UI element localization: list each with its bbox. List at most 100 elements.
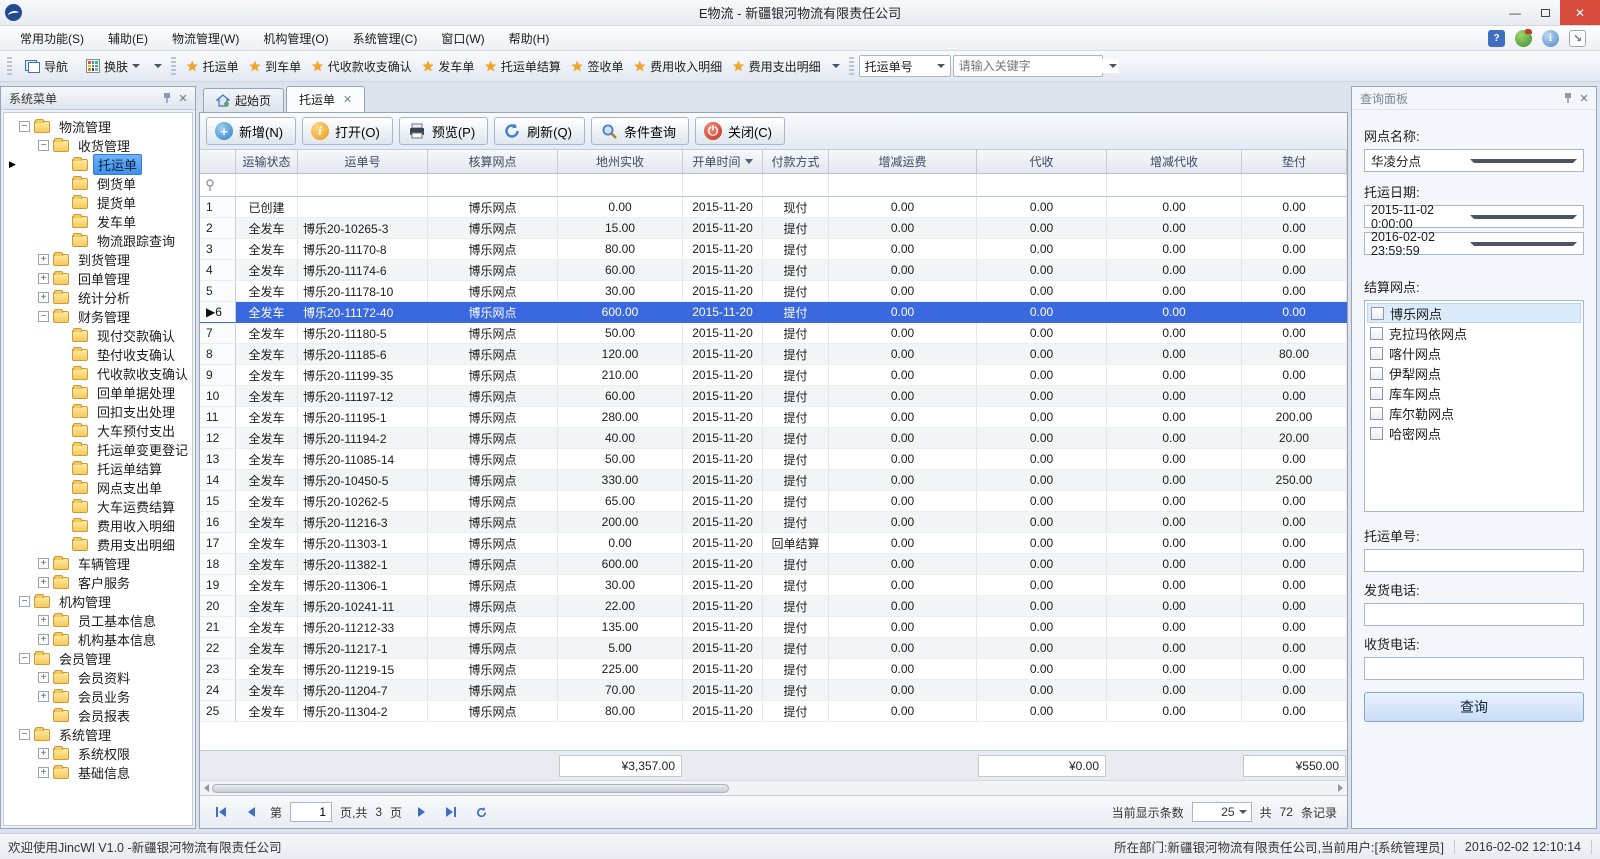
table-row[interactable]: 17全发车博乐20-11303-1博乐网点0.002015-11-20回单结算0… [200, 533, 1347, 554]
close-panel-icon[interactable]: ✕ [175, 90, 191, 106]
favorite-item[interactable]: ★代收款收支确认 [306, 55, 417, 78]
scroll-left-arrow-icon[interactable] [204, 784, 209, 792]
tree-item[interactable]: 网点支出单 [6, 478, 192, 497]
column-header-运单号[interactable]: 运单号 [298, 150, 428, 174]
menu-item-3[interactable]: 机构管理(O) [251, 27, 340, 50]
tree-item[interactable]: +客户服务 [6, 573, 192, 592]
collapse-minus-icon[interactable]: − [19, 653, 30, 664]
tree-item[interactable]: −系统管理 [6, 725, 192, 744]
settle-option[interactable]: 博乐网点 [1367, 303, 1581, 323]
minimize-button[interactable]: — [1500, 0, 1530, 25]
tree-item[interactable]: +回单管理 [6, 269, 192, 288]
tree-item[interactable]: 大车运费结算 [6, 497, 192, 516]
tree-item[interactable]: 发车单 [6, 212, 192, 231]
expand-plus-icon[interactable]: + [38, 558, 49, 569]
table-row[interactable]: 7全发车博乐20-11180-5博乐网点50.002015-11-20提付0.0… [200, 323, 1347, 344]
column-header-核算网点[interactable]: 核算网点 [428, 150, 558, 174]
menu-item-0[interactable]: 常用功能(S) [8, 27, 96, 50]
tree-item[interactable]: +会员业务 [6, 687, 192, 706]
date-from-select[interactable]: 2015-11-02 0:00:00 [1364, 205, 1584, 228]
table-row[interactable]: 25全发车博乐20-11304-2博乐网点80.002015-11-20提付0.… [200, 701, 1347, 722]
tree-item[interactable]: +统计分析 [6, 288, 192, 307]
settle-option[interactable]: 哈密网点 [1367, 423, 1581, 443]
favorites-overflow-button[interactable] [828, 60, 844, 72]
filter-cell[interactable] [428, 174, 558, 197]
column-header-代收[interactable]: 代收 [977, 150, 1107, 174]
settle-option[interactable]: 克拉玛依网点 [1367, 323, 1581, 343]
checkbox-icon[interactable] [1370, 407, 1383, 420]
table-row[interactable]: 12全发车博乐20-11194-2博乐网点40.002015-11-20提付0.… [200, 428, 1347, 449]
toolbar-grip[interactable] [171, 57, 176, 75]
tree-item[interactable]: 回扣支出处理 [6, 402, 192, 421]
restore-button[interactable] [1530, 0, 1560, 25]
table-row[interactable]: 19全发车博乐20-11306-1博乐网点30.002015-11-20提付0.… [200, 575, 1347, 596]
favorite-item[interactable]: ★托运单 [181, 55, 244, 78]
tree-item[interactable]: +系统权限 [6, 744, 192, 763]
tab-起始页[interactable]: 起始页 [203, 88, 284, 112]
settle-option[interactable]: 库尔勒网点 [1367, 403, 1581, 423]
settle-option[interactable]: 伊犁网点 [1367, 363, 1581, 383]
column-header-地州实收[interactable]: 地州实收 [558, 150, 683, 174]
filter-cell[interactable] [236, 174, 298, 197]
column-header-开单时间[interactable]: 开单时间 [683, 150, 763, 174]
tree-item[interactable]: +员工基本信息 [6, 611, 192, 630]
column-header-增减代收[interactable]: 增减代收 [1107, 150, 1242, 174]
expand-plus-icon[interactable]: + [38, 767, 49, 778]
toolbar-grip[interactable] [849, 57, 854, 75]
expand-plus-icon[interactable]: + [38, 577, 49, 588]
filter-cell[interactable] [1242, 174, 1347, 197]
page-size-select[interactable]: 25 [1192, 802, 1252, 822]
prev-page-button[interactable] [240, 802, 262, 822]
table-row[interactable]: ▶6全发车博乐20-11172-40博乐网点600.002015-11-20提付… [200, 302, 1347, 323]
expand-plus-icon[interactable]: + [38, 292, 49, 303]
column-header-运输状态[interactable]: 运输状态 [236, 150, 298, 174]
command-printer[interactable]: 预览(P) [399, 117, 488, 145]
tree-item[interactable]: 垫付收支确认 [6, 345, 192, 364]
table-row[interactable]: 8全发车博乐20-11185-6博乐网点120.002015-11-20提付0.… [200, 344, 1347, 365]
tree-item[interactable]: +会员资料 [6, 668, 192, 687]
tree-item[interactable]: −会员管理 [6, 649, 192, 668]
tree-item[interactable]: 回单单据处理 [6, 383, 192, 402]
filter-cell[interactable] [829, 174, 977, 197]
expand-plus-icon[interactable]: + [38, 672, 49, 683]
checkbox-icon[interactable] [1370, 347, 1383, 360]
table-row[interactable]: 22全发车博乐20-11217-1博乐网点5.002015-11-20提付0.0… [200, 638, 1347, 659]
table-row[interactable]: 16全发车博乐20-11216-3博乐网点200.002015-11-20提付0… [200, 512, 1347, 533]
filter-cell[interactable] [683, 174, 763, 197]
favorite-item[interactable]: ★发车单 [417, 55, 480, 78]
filter-cell[interactable] [558, 174, 683, 197]
collapse-minus-icon[interactable]: − [38, 140, 49, 151]
table-row[interactable]: 18全发车博乐20-11382-1博乐网点600.002015-11-20提付0… [200, 554, 1347, 575]
table-row[interactable]: 23全发车博乐20-11219-15博乐网点225.002015-11-20提付… [200, 659, 1347, 680]
settle-option[interactable]: 库车网点 [1367, 383, 1581, 403]
tree-item[interactable]: 托运单结算 [6, 459, 192, 478]
scroll-right-arrow-icon[interactable] [1338, 784, 1343, 792]
column-header-垫付[interactable]: 垫付 [1242, 150, 1347, 174]
collapse-minus-icon[interactable]: − [19, 596, 30, 607]
tree-item[interactable]: 现付交款确认 [6, 326, 192, 345]
tree-item[interactable]: +基础信息 [6, 763, 192, 782]
tree-item[interactable]: +机构基本信息 [6, 630, 192, 649]
sender-phone-input[interactable] [1364, 603, 1584, 626]
table-row[interactable]: 15全发车博乐20-10262-5博乐网点65.002015-11-20提付0.… [200, 491, 1347, 512]
favorite-item[interactable]: ★费用收入明细 [629, 55, 728, 78]
tree-item[interactable]: 物流跟踪查询 [6, 231, 192, 250]
help-book-icon[interactable]: ? [1488, 30, 1505, 47]
table-row[interactable]: 20全发车博乐20-10241-11博乐网点22.002015-11-20提付0… [200, 596, 1347, 617]
expand-plus-icon[interactable]: + [38, 748, 49, 759]
column-header-增减运费[interactable]: 增减运费 [829, 150, 977, 174]
tree-item[interactable]: ▶托运单 [6, 155, 192, 174]
favorite-item[interactable]: ★托运单结算 [479, 55, 566, 78]
reload-page-icon[interactable] [470, 802, 492, 822]
first-page-button[interactable] [210, 802, 232, 822]
column-header-付款方式[interactable]: 付款方式 [763, 150, 829, 174]
command-open[interactable]: i打开(O) [302, 117, 393, 145]
feedback-icon[interactable]: ↘ [1569, 30, 1586, 47]
page-number-input[interactable] [290, 802, 332, 822]
collapse-minus-icon[interactable]: − [19, 729, 30, 740]
search-overflow-button[interactable] [1105, 60, 1121, 72]
branch-name-select[interactable]: 华凌分点 [1364, 149, 1584, 172]
tree-item[interactable]: −物流管理 [6, 117, 192, 136]
filter-cell[interactable] [763, 174, 829, 197]
table-row[interactable]: 5全发车博乐20-11178-10博乐网点30.002015-11-20提付0.… [200, 281, 1347, 302]
